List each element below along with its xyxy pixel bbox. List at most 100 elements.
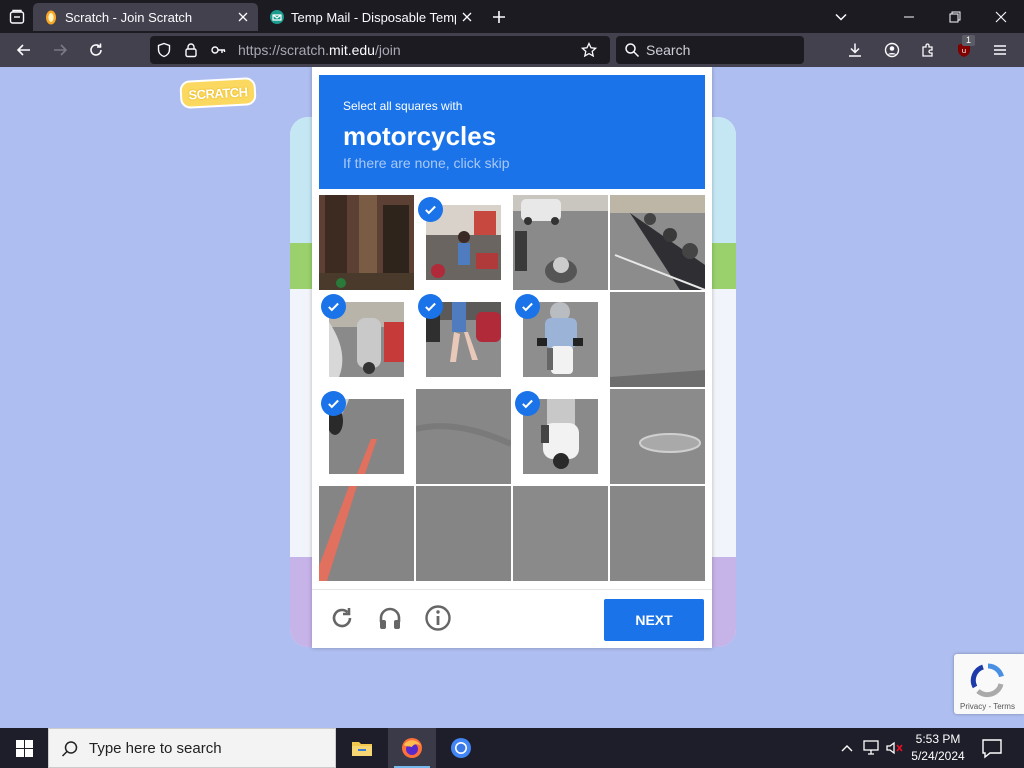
volume-muted-icon [886, 741, 903, 755]
minimize-button[interactable] [886, 0, 932, 33]
arrow-left-icon [16, 44, 30, 56]
address-bar[interactable]: https://scratch.mit.edu/join [150, 36, 610, 64]
captcha-tile-r3c2[interactable] [416, 389, 511, 484]
captcha-tile-r2c1[interactable] [319, 292, 414, 387]
taskbar-firefox[interactable] [388, 728, 436, 768]
captcha-tile-r2c3[interactable] [513, 292, 608, 387]
taskbar-chrome[interactable] [437, 728, 485, 768]
captcha-tile-r4c1[interactable] [319, 486, 414, 581]
system-clock[interactable]: 5:53 PM 5/24/2024 [902, 731, 974, 765]
captcha-tile-r1c4[interactable] [610, 195, 705, 290]
list-all-tabs-button[interactable] [830, 6, 852, 28]
shield-icon[interactable] [156, 42, 172, 58]
road-image [416, 486, 511, 581]
svg-text:u: u [962, 47, 966, 55]
search-icon [625, 43, 640, 58]
captcha-tile-r1c1[interactable] [319, 195, 414, 290]
captcha-tile-r1c3[interactable] [513, 195, 608, 290]
firefox-view-button[interactable] [4, 4, 29, 29]
captcha-tile-r4c2[interactable] [416, 486, 511, 581]
windows-logo-icon [15, 739, 33, 757]
scratch-logo[interactable]: SCRATCH [179, 77, 257, 109]
close-icon [995, 11, 1007, 22]
web-search-field[interactable]: Search [616, 36, 804, 64]
road-image [610, 292, 705, 387]
scratch-favicon-icon [46, 10, 56, 25]
close-tab-icon[interactable] [232, 6, 254, 28]
audio-challenge-icon[interactable] [376, 604, 404, 632]
navigation-toolbar: https://scratch.mit.edu/join Search u 1 [0, 33, 1024, 67]
arrow-right-icon [54, 44, 68, 56]
tab-scratch[interactable]: Scratch - Join Scratch [33, 3, 258, 31]
reload-challenge-icon[interactable] [328, 604, 356, 632]
chrome-icon [451, 738, 471, 758]
captcha-tile-r3c4[interactable] [610, 389, 705, 484]
close-window-button[interactable] [978, 0, 1024, 33]
captcha-tile-r4c4[interactable] [610, 486, 705, 581]
folder-icon [352, 742, 372, 756]
action-center-button[interactable] [980, 736, 1004, 760]
road-image [416, 389, 511, 484]
new-tab-button[interactable] [486, 5, 512, 29]
tab-bar: Scratch - Join Scratch Temp Mail - Dispo… [0, 0, 1024, 33]
downloads-button[interactable] [842, 37, 868, 63]
info-icon[interactable] [424, 604, 452, 632]
selected-checkmark-icon [321, 294, 346, 319]
tab-temp-mail[interactable]: Temp Mail - Disposable Tempor [259, 3, 482, 31]
taskbar-search-box[interactable]: Type here to search [48, 728, 336, 768]
start-button[interactable] [0, 728, 48, 768]
road-marking-image [319, 486, 414, 581]
captcha-target-object: motorcycles [343, 121, 497, 151]
lock-icon[interactable] [183, 42, 199, 58]
taskbar-file-explorer[interactable] [338, 728, 386, 768]
restore-button[interactable] [932, 0, 978, 33]
reload-icon [90, 43, 102, 56]
captcha-tile-r3c3[interactable] [513, 389, 608, 484]
search-placeholder: Search [646, 42, 691, 58]
download-icon [849, 43, 861, 57]
recaptcha-badge[interactable]: Privacy - Terms [954, 654, 1024, 714]
road-image [513, 486, 608, 581]
close-tab-icon[interactable] [456, 6, 478, 28]
clock-time: 5:53 PM [915, 732, 961, 746]
storefront-image [319, 195, 414, 290]
account-button[interactable] [879, 37, 905, 63]
forward-button[interactable] [47, 37, 73, 63]
page-content: SCRATCH Select all squares with motorcyc… [0, 67, 1024, 728]
captcha-instructions: Select all squares with motorcycles If t… [319, 75, 705, 189]
volume-tray-icon[interactable] [884, 738, 904, 758]
captcha-tile-r4c3[interactable] [513, 486, 608, 581]
selected-checkmark-icon [418, 294, 443, 319]
extension-badge-count: 1 [962, 35, 975, 46]
captcha-tile-r2c4[interactable] [610, 292, 705, 387]
hamburger-menu-icon [994, 45, 1006, 55]
captcha-tile-r3c1[interactable] [319, 389, 414, 484]
windows-taskbar: Type here to search 5:53 PM 5/24/2024 [0, 728, 1024, 768]
app-menu-button[interactable] [987, 37, 1013, 63]
recaptcha-logo-icon [970, 663, 1004, 698]
network-tray-icon[interactable] [861, 738, 881, 758]
puzzle-icon [922, 43, 933, 57]
selected-checkmark-icon [515, 391, 540, 416]
captcha-footer: NEXT [312, 589, 712, 648]
captcha-tile-r2c2[interactable] [416, 292, 511, 387]
key-icon[interactable] [210, 42, 226, 58]
road-image [610, 486, 705, 581]
captcha-tile-r1c2[interactable] [416, 195, 511, 290]
recaptcha-links[interactable]: Privacy - Terms [960, 702, 1015, 711]
selected-checkmark-icon [321, 391, 346, 416]
temp-mail-favicon-icon [270, 10, 284, 24]
captcha-challenge: Select all squares with motorcycles If t… [312, 67, 712, 648]
reload-button[interactable] [83, 37, 109, 63]
show-hidden-icons-button[interactable] [837, 738, 857, 758]
parked-scooters-row-image [610, 195, 705, 290]
extensions-button[interactable] [915, 37, 941, 63]
chevron-up-icon [841, 745, 853, 752]
street-with-car-image [513, 195, 608, 290]
bookmark-star-icon[interactable] [581, 42, 597, 58]
back-button[interactable] [11, 37, 37, 63]
search-icon [61, 741, 78, 757]
selected-checkmark-icon [515, 294, 540, 319]
next-button[interactable]: NEXT [604, 599, 704, 641]
clock-date: 5/24/2024 [911, 749, 965, 763]
